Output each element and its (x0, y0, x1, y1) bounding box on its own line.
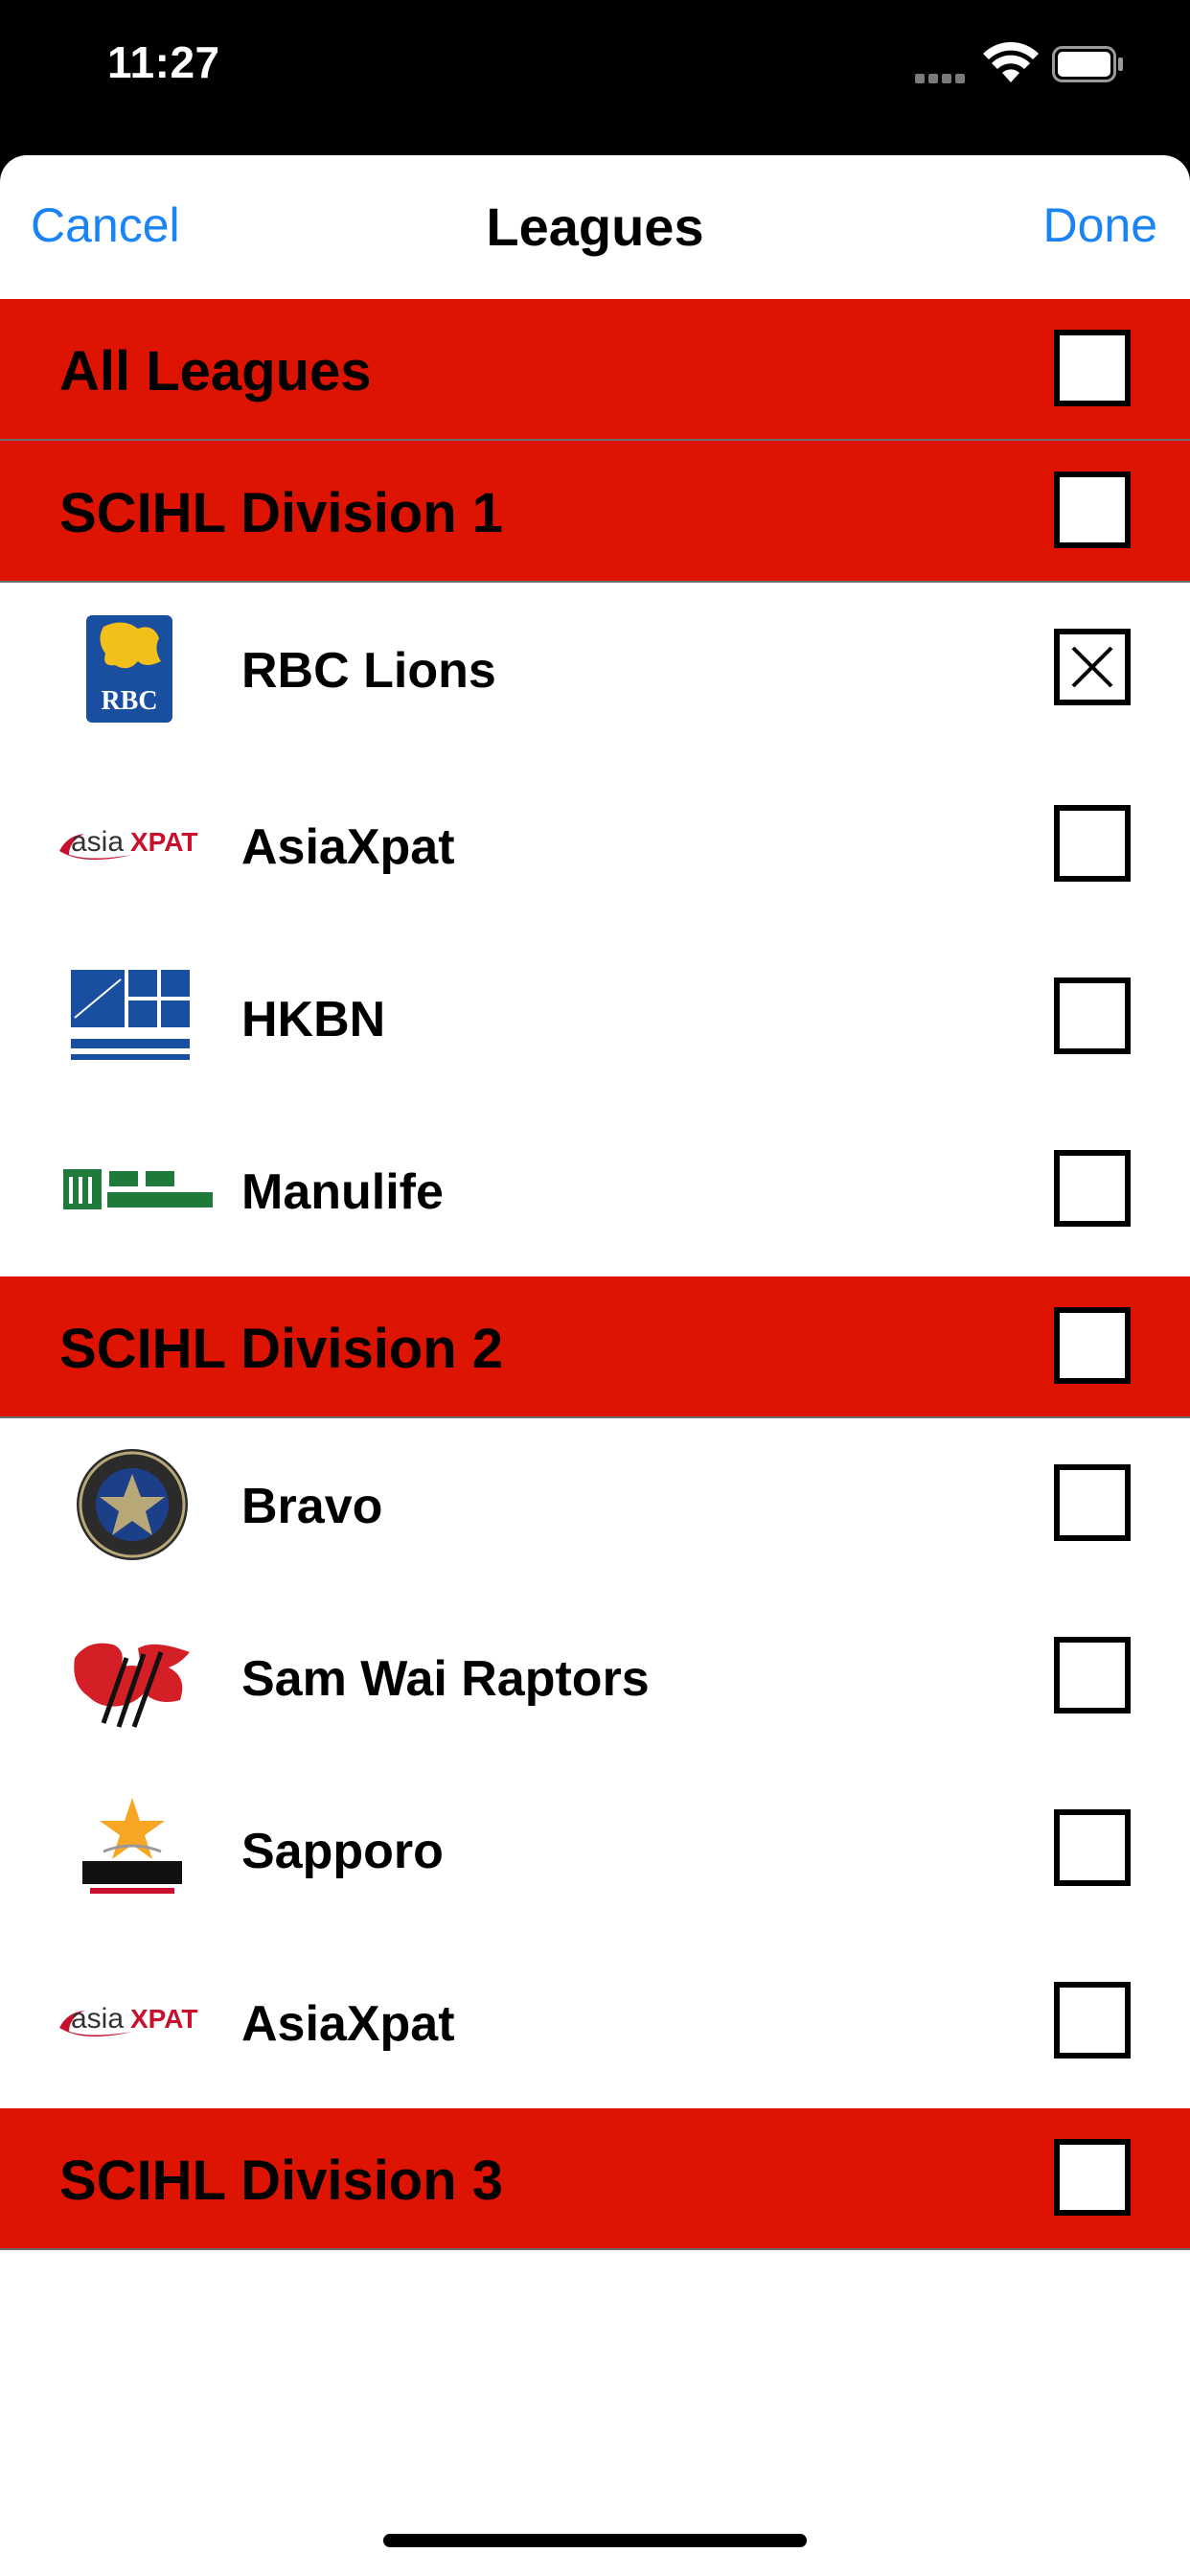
svg-text:asia: asia (71, 2003, 124, 2035)
checkbox[interactable] (1054, 2139, 1131, 2216)
home-indicator[interactable] (383, 2534, 807, 2547)
cellular-signal-icon (915, 71, 969, 83)
team-label: HKBN (241, 992, 386, 1047)
sapporo-logo (82, 1798, 182, 1894)
sam-wai-raptors-logo (74, 1643, 190, 1728)
checkbox[interactable] (1054, 805, 1131, 882)
team-row-sapporo[interactable]: Sapporo (0, 1763, 1190, 1936)
asiaxpat-logo: asia XPAT (59, 2003, 198, 2037)
league-label: SCIHL Division 2 (59, 1318, 504, 1380)
svg-text:asia: asia (71, 826, 124, 858)
team-row-rbc-lions[interactable]: RBC RBC Lions (0, 583, 1190, 759)
checkbox[interactable] (1054, 330, 1131, 406)
team-label: Bravo (241, 1479, 383, 1534)
checkbox[interactable] (1054, 1982, 1131, 2058)
team-label: Sapporo (241, 1824, 444, 1879)
checkbox[interactable] (1054, 1150, 1131, 1227)
league-label: All Leagues (59, 340, 372, 402)
page-title: Leagues (486, 196, 704, 257)
manulife-logo (63, 1169, 213, 1209)
close-x-icon (1071, 646, 1113, 688)
league-row-division-3[interactable]: SCIHL Division 3 (0, 2108, 1190, 2250)
team-row-manulife[interactable]: Manulife (0, 1104, 1190, 1276)
team-row-asiaxpat[interactable]: asia XPAT AsiaXpat (0, 1936, 1190, 2108)
team-row-bravo[interactable]: Bravo (0, 1418, 1190, 1591)
league-label: SCIHL Division 1 (59, 482, 504, 544)
checkbox[interactable] (1054, 1307, 1131, 1384)
team-row-sam-wai-raptors[interactable]: Sam Wai Raptors (0, 1591, 1190, 1763)
team-label: RBC Lions (241, 643, 496, 699)
svg-text:XPAT: XPAT (130, 827, 198, 857)
leagues-sheet: Cancel Leagues Done All Leagues SCIHL Di… (0, 155, 1190, 2576)
status-bar: 11:27 (0, 0, 1190, 155)
league-label: SCIHL Division 3 (59, 2150, 504, 2212)
checkbox-checked[interactable] (1054, 629, 1131, 705)
team-row-hkbn[interactable]: HKBN (0, 932, 1190, 1104)
svg-text:XPAT: XPAT (130, 2004, 198, 2034)
team-label: AsiaXpat (241, 1996, 455, 2052)
checkbox[interactable] (1054, 1809, 1131, 1886)
done-button[interactable]: Done (1042, 197, 1157, 253)
team-label: Sam Wai Raptors (241, 1651, 650, 1707)
wifi-icon (983, 42, 1039, 82)
league-row-division-2[interactable]: SCIHL Division 2 (0, 1276, 1190, 1418)
league-row-all-leagues[interactable]: All Leagues (0, 299, 1190, 441)
league-list: All Leagues SCIHL Division 1 RBC RBC Lio… (0, 299, 1190, 2250)
checkbox[interactable] (1054, 1464, 1131, 1541)
svg-text:RBC: RBC (101, 686, 157, 716)
team-label: AsiaXpat (241, 819, 455, 875)
hkbn-logo (71, 970, 190, 1060)
league-row-division-1[interactable]: SCIHL Division 1 (0, 441, 1190, 583)
status-time: 11:27 (107, 37, 220, 87)
checkbox[interactable] (1054, 1637, 1131, 1714)
bravo-logo (77, 1449, 188, 1560)
checkbox[interactable] (1054, 978, 1131, 1054)
navigation-bar: Cancel Leagues Done (0, 155, 1190, 299)
rbc-logo: RBC (86, 615, 172, 723)
checkbox[interactable] (1054, 472, 1131, 548)
battery-icon (1052, 46, 1123, 82)
team-label: Manulife (241, 1164, 444, 1220)
team-row-asiaxpat[interactable]: asia XPAT AsiaXpat (0, 759, 1190, 932)
asiaxpat-logo: asia XPAT (59, 826, 198, 861)
